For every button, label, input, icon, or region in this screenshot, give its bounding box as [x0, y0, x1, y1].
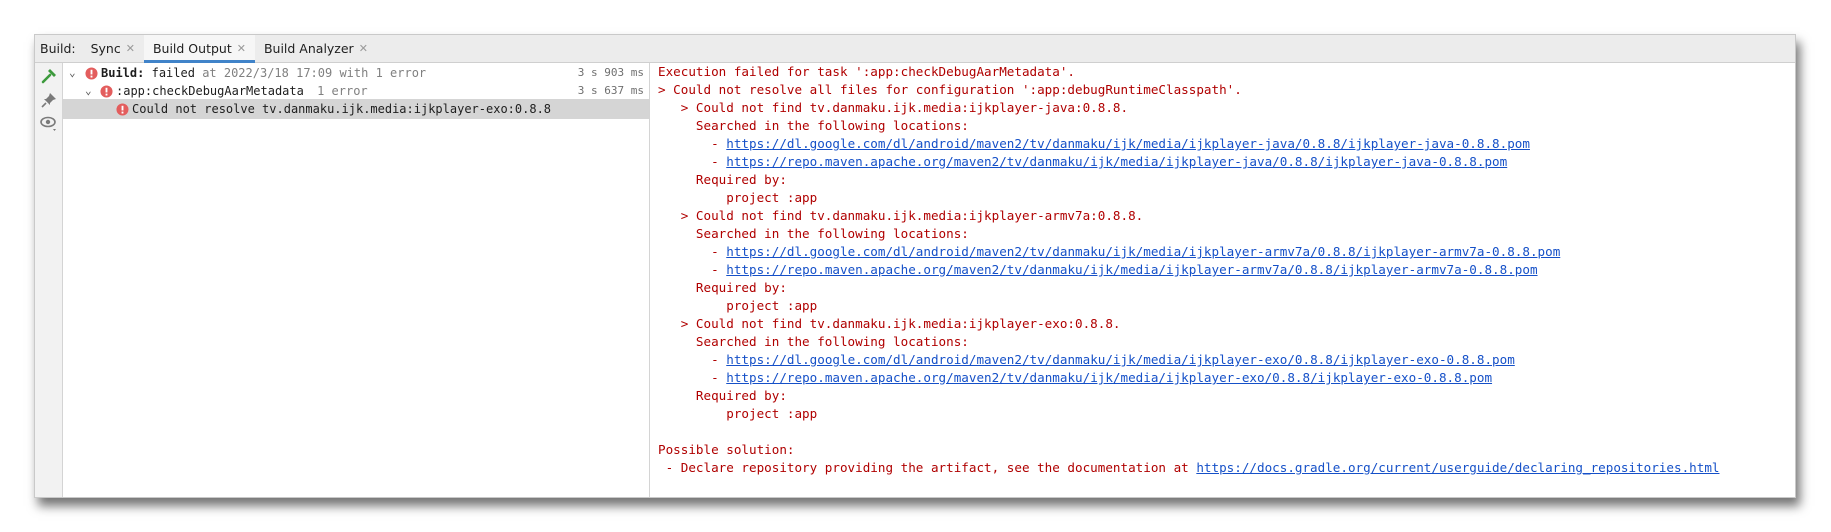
- tab-sync[interactable]: Sync ✕: [82, 35, 144, 62]
- tree-row-error[interactable]: Could not resolve tv.danmaku.ijk.media:i…: [63, 99, 649, 119]
- chevron-down-icon[interactable]: ⌄: [69, 63, 76, 83]
- console-text: > Could not find tv.danmaku.ijk.media:ij…: [658, 208, 1144, 223]
- console-line-prefix: - Declare repository providing the artif…: [658, 460, 1197, 475]
- tab-bar-title: Build:: [40, 41, 76, 56]
- console-line: - https://dl.google.com/dl/android/maven…: [658, 243, 1795, 261]
- console-text: project :app: [658, 190, 818, 205]
- console-link[interactable]: https://docs.gradle.org/current/userguid…: [1196, 460, 1719, 475]
- console-text: Required by:: [658, 388, 787, 403]
- console-line: - https://repo.maven.apache.org/maven2/t…: [658, 261, 1795, 279]
- task-label: :app:checkDebugAarMetadata: [116, 84, 304, 98]
- task-error-count: 1 error: [317, 84, 368, 98]
- console-text: Possible solution:: [658, 442, 795, 457]
- console-line: > Could not resolve all files for config…: [658, 81, 1795, 99]
- console-line: - https://dl.google.com/dl/android/maven…: [658, 351, 1795, 369]
- console-text: Required by:: [658, 280, 787, 295]
- tab-build-analyzer[interactable]: Build Analyzer ✕: [255, 35, 377, 62]
- console-text: Searched in the following locations:: [658, 118, 969, 133]
- console-line-prefix: -: [658, 370, 727, 385]
- eye-icon[interactable]: [39, 113, 59, 133]
- console-line: > Could not find tv.danmaku.ijk.media:ij…: [658, 315, 1795, 333]
- console-line: Required by:: [658, 387, 1795, 405]
- console-line-prefix: -: [658, 154, 727, 169]
- console-line: - Declare repository providing the artif…: [658, 459, 1795, 477]
- build-status: failed: [151, 66, 195, 80]
- tab-label: Build Output: [152, 41, 232, 56]
- console-text: > Could not resolve all files for config…: [658, 82, 1242, 97]
- console-link[interactable]: https://dl.google.com/dl/android/maven2/…: [726, 136, 1530, 151]
- build-summary: at 2022/3/18 17:09 with 1 error: [202, 66, 427, 80]
- build-label: Build:: [101, 66, 145, 80]
- console-line-prefix: -: [658, 136, 727, 151]
- error-icon: [85, 67, 98, 80]
- console-text: > Could not find tv.danmaku.ijk.media:ij…: [658, 316, 1121, 331]
- task-duration: 3 s 637 ms: [577, 84, 644, 97]
- console-line: Searched in the following locations:: [658, 225, 1795, 243]
- close-icon[interactable]: ✕: [237, 42, 246, 55]
- console-text: Searched in the following locations:: [658, 226, 969, 241]
- console-link[interactable]: https://repo.maven.apache.org/maven2/tv/…: [726, 262, 1537, 277]
- tab-build-output[interactable]: Build Output ✕: [143, 35, 255, 63]
- console-line: Required by:: [658, 279, 1795, 297]
- console-line: > Could not find tv.danmaku.ijk.media:ij…: [658, 207, 1795, 225]
- tab-bar: Build: Sync ✕ Build Output ✕ Build Analy…: [35, 35, 1795, 63]
- console-line-prefix: -: [658, 352, 727, 367]
- error-icon: [116, 103, 129, 116]
- side-toolbar: [35, 63, 63, 497]
- console-text: project :app: [658, 298, 818, 313]
- console-line: project :app: [658, 189, 1795, 207]
- console-link[interactable]: https://repo.maven.apache.org/maven2/tv/…: [726, 154, 1507, 169]
- console-line-prefix: -: [658, 262, 727, 277]
- close-icon[interactable]: ✕: [126, 42, 135, 55]
- tab-label: Sync: [90, 41, 121, 56]
- build-output-console[interactable]: Execution failed for task ':app:checkDeb…: [650, 63, 1795, 497]
- tree-row-task[interactable]: ⌄ :app:checkDebugAarMetadata 1 error 3 s…: [63, 81, 649, 101]
- console-line: - https://repo.maven.apache.org/maven2/t…: [658, 153, 1795, 171]
- error-message: Could not resolve tv.danmaku.ijk.media:i…: [132, 102, 552, 116]
- hammer-icon[interactable]: [39, 67, 59, 87]
- console-text: > Could not find tv.danmaku.ijk.media:ij…: [658, 100, 1129, 115]
- console-line: Searched in the following locations:: [658, 117, 1795, 135]
- console-line: project :app: [658, 297, 1795, 315]
- console-line: > Could not find tv.danmaku.ijk.media:ij…: [658, 99, 1795, 117]
- console-link[interactable]: https://dl.google.com/dl/android/maven2/…: [726, 244, 1560, 259]
- console-line: [658, 423, 1795, 441]
- chevron-down-icon[interactable]: ⌄: [85, 81, 92, 101]
- console-line: Required by:: [658, 171, 1795, 189]
- console-link[interactable]: https://repo.maven.apache.org/maven2/tv/…: [726, 370, 1492, 385]
- console-link[interactable]: https://dl.google.com/dl/android/maven2/…: [726, 352, 1515, 367]
- console-line: Possible solution:: [658, 441, 1795, 459]
- console-text: Execution failed for task ':app:checkDeb…: [658, 64, 1076, 79]
- tab-label: Build Analyzer: [263, 41, 354, 56]
- build-duration: 3 s 903 ms: [577, 66, 644, 79]
- console-line: Searched in the following locations:: [658, 333, 1795, 351]
- tree-row-build[interactable]: ⌄ Build: failed at 2022/3/18 17:09 with …: [63, 63, 649, 83]
- console-text: project :app: [658, 406, 818, 421]
- close-icon[interactable]: ✕: [359, 42, 368, 55]
- build-tree: ⌄ Build: failed at 2022/3/18 17:09 with …: [63, 63, 650, 497]
- console-line: - https://dl.google.com/dl/android/maven…: [658, 135, 1795, 153]
- build-tool-window: Build: Sync ✕ Build Output ✕ Build Analy…: [34, 34, 1796, 498]
- error-icon: [100, 85, 113, 98]
- console-text: Searched in the following locations:: [658, 334, 969, 349]
- console-line-prefix: -: [658, 244, 727, 259]
- console-line: project :app: [658, 405, 1795, 423]
- pin-icon[interactable]: [39, 90, 59, 110]
- console-line: Execution failed for task ':app:checkDeb…: [658, 63, 1795, 81]
- console-text: Required by:: [658, 172, 787, 187]
- console-line: - https://repo.maven.apache.org/maven2/t…: [658, 369, 1795, 387]
